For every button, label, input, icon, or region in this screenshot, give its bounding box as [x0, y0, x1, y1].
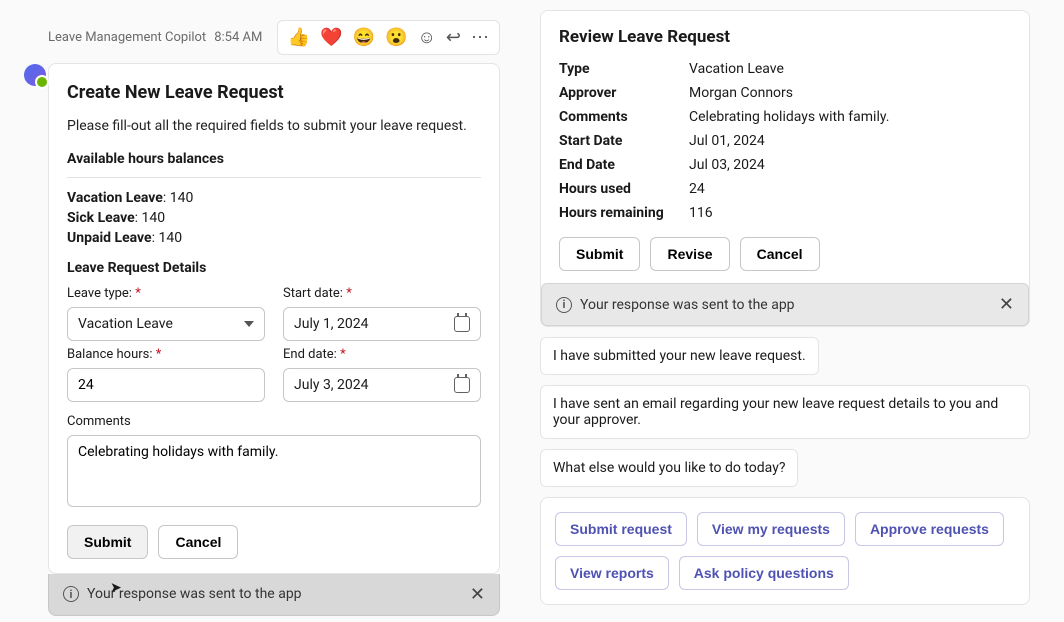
required-marker: * [340, 347, 346, 362]
leave-type-select[interactable]: Vacation Leave [67, 307, 265, 341]
review-toast: i Your response was sent to the app ✕ [541, 283, 1029, 326]
comments-input[interactable] [67, 435, 481, 507]
comments-key: Comments [559, 109, 689, 125]
chevron-down-icon [244, 321, 254, 327]
close-icon[interactable]: ✕ [470, 584, 485, 605]
balance-hours-input[interactable] [67, 368, 265, 402]
suggestion-view-reports[interactable]: View reports [555, 556, 669, 590]
close-icon[interactable]: ✕ [999, 294, 1014, 315]
approver-key: Approver [559, 85, 689, 101]
balances-title: Available hours balances [67, 151, 481, 167]
form-row-2: Balance hours: * End date: * July 3, 202… [67, 347, 481, 402]
end-value: Jul 03, 2024 [689, 157, 1011, 173]
end-date-value: July 3, 2024 [294, 377, 369, 393]
reaction-add-icon[interactable]: ☺ [418, 27, 436, 48]
calendar-icon [454, 316, 470, 332]
used-value: 24 [689, 181, 1011, 197]
form-buttons: Submit Cancel [67, 525, 481, 559]
review-leave-card: Review Leave Request TypeVacation Leave … [540, 10, 1030, 327]
unpaid-balance-value: : 140 [152, 230, 182, 246]
required-marker: * [346, 286, 352, 301]
bot-avatar-icon [24, 64, 46, 86]
card-description: Please fill-out all the required fields … [67, 117, 481, 137]
start-date-field: Start date: * July 1, 2024 [283, 286, 481, 341]
card-title: Create New Leave Request [67, 82, 481, 103]
start-date-label: Start date: [283, 286, 343, 301]
sender-line: Leave Management Copilot 8:54 AM [48, 30, 262, 45]
comments-field: Comments [67, 414, 481, 511]
review-toast-text: Your response was sent to the app [580, 297, 795, 313]
review-details: TypeVacation Leave ApproverMorgan Connor… [559, 61, 1011, 221]
leave-type-value: Vacation Leave [78, 316, 173, 332]
end-date-label: End date: [283, 347, 337, 362]
start-value: Jul 01, 2024 [689, 133, 1011, 149]
start-date-input[interactable]: July 1, 2024 [283, 307, 481, 341]
submit-button[interactable]: Submit [67, 525, 148, 559]
suggestion-ask-policy[interactable]: Ask policy questions [679, 556, 849, 590]
unpaid-balance-label: Unpaid Leave [67, 230, 152, 246]
leave-type-label: Leave type: [67, 286, 132, 301]
sick-balance-label: Sick Leave [67, 210, 135, 226]
end-date-field: End date: * July 3, 2024 [283, 347, 481, 402]
bot-message: What else would you like to do today? [540, 449, 798, 487]
review-revise-button[interactable]: Revise [650, 237, 729, 271]
sick-balance-value: : 140 [135, 210, 165, 226]
required-marker: * [135, 286, 141, 301]
review-cancel-button[interactable]: Cancel [740, 237, 820, 271]
form-row-1: Leave type: * Vacation Leave Start date:… [67, 286, 481, 341]
mouse-cursor-icon: ➤ [110, 580, 122, 596]
bot-avatar [24, 64, 46, 86]
end-key: End Date [559, 157, 689, 173]
right-panel: Review Leave Request TypeVacation Leave … [540, 10, 1030, 612]
reaction-heart-icon[interactable]: ❤️ [320, 27, 342, 48]
divider [67, 177, 481, 178]
info-icon: i [63, 586, 79, 602]
type-key: Type [559, 61, 689, 77]
sent-time: 8:54 AM [214, 30, 262, 45]
review-title: Review Leave Request [559, 27, 1011, 47]
reply-icon[interactable]: ↩ [446, 27, 461, 48]
details-title: Leave Request Details [67, 260, 481, 276]
required-marker: * [156, 347, 162, 362]
cancel-button[interactable]: Cancel [158, 525, 238, 559]
vacation-balance-label: Vacation Leave [67, 190, 163, 206]
balances-list: Vacation Leave: 140 Sick Leave: 140 Unpa… [67, 190, 481, 246]
sender-name: Leave Management Copilot [48, 30, 206, 45]
start-key: Start Date [559, 133, 689, 149]
bot-message: I have sent an email regarding your new … [540, 385, 1030, 439]
used-key: Hours used [559, 181, 689, 197]
reaction-surprised-icon[interactable]: 😮 [385, 27, 407, 48]
left-panel: Leave Management Copilot 8:54 AM 👍 ❤️ 😄 … [10, 10, 500, 612]
suggestion-submit-request[interactable]: Submit request [555, 512, 687, 546]
reactions-bar: 👍 ❤️ 😄 😮 ☺ ↩ ⋯ [277, 20, 500, 55]
info-icon: i [556, 297, 572, 313]
balance-hours-label: Balance hours: [67, 347, 153, 362]
review-buttons: Submit Revise Cancel [559, 237, 1011, 271]
review-submit-button[interactable]: Submit [559, 237, 640, 271]
balance-hours-field: Balance hours: * [67, 347, 265, 402]
vacation-balance-value: : 140 [163, 190, 193, 206]
suggested-actions: Submit request View my requests Approve … [540, 497, 1030, 605]
approver-value: Morgan Connors [689, 85, 1011, 101]
bot-message: I have submitted your new leave request. [540, 337, 819, 375]
message-header: Leave Management Copilot 8:54 AM 👍 ❤️ 😄 … [48, 20, 500, 55]
reaction-laugh-icon[interactable]: 😄 [353, 27, 375, 48]
reaction-thumbs-up-icon[interactable]: 👍 [288, 27, 310, 48]
remain-key: Hours remaining [559, 205, 689, 221]
comments-label: Comments [67, 414, 481, 429]
create-leave-card: Create New Leave Request Please fill-out… [48, 63, 500, 574]
type-value: Vacation Leave [689, 61, 1011, 77]
comments-value: Celebrating holidays with family. [689, 109, 1011, 125]
more-icon[interactable]: ⋯ [471, 27, 489, 48]
end-date-input[interactable]: July 3, 2024 [283, 368, 481, 402]
calendar-icon [454, 377, 470, 393]
start-date-value: July 1, 2024 [294, 316, 369, 332]
leave-type-field: Leave type: * Vacation Leave [67, 286, 265, 341]
suggestion-view-requests[interactable]: View my requests [697, 512, 845, 546]
suggestion-approve-requests[interactable]: Approve requests [855, 512, 1004, 546]
remain-value: 116 [689, 205, 1011, 221]
